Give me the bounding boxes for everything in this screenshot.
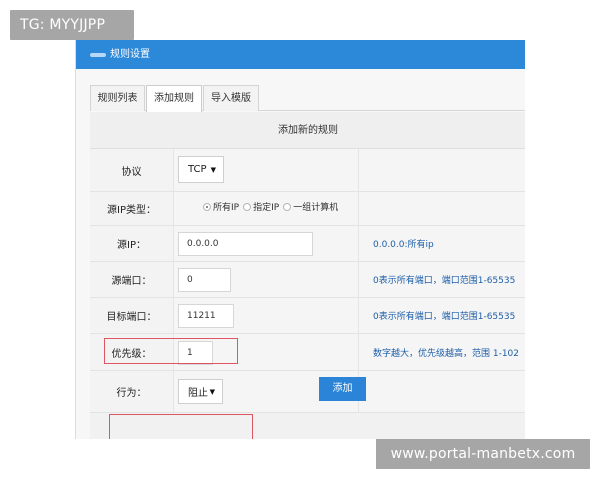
protocol-row: 协议 TCP ▼ <box>90 149 525 192</box>
radio-icon[interactable] <box>283 202 292 211</box>
tab-add-rule[interactable]: 添加规则 <box>146 85 202 112</box>
action-highlight <box>109 414 253 439</box>
action-hint-cell <box>359 371 525 412</box>
radio-specific-ip-label: 指定IP <box>253 203 280 213</box>
target-port-input[interactable]: 11211 <box>178 304 234 328</box>
source-ip-type-hint-cell <box>359 192 525 225</box>
radio-all-ip[interactable]: 所有IP <box>203 200 239 213</box>
protocol-hint-cell <box>359 149 525 191</box>
window-title: 规则设置 <box>110 49 150 60</box>
screenshot-stage: TG: MYYJJPP 规则设置 规则列表 添加规则 导入模版 添加新的规则 协… <box>0 0 600 480</box>
source-port-field-cell: 0 <box>174 262 359 297</box>
target-port-field-cell: 11211 <box>174 298 359 333</box>
footer-watermark-badge: www.portal-manbetx.com <box>376 439 590 469</box>
window-titlebar: 规则设置 <box>76 40 525 69</box>
source-port-hint: 0表示所有端口，端口范围1-65535 <box>359 262 525 297</box>
rule-settings-window: 规则设置 规则列表 添加规则 导入模版 添加新的规则 协议 TCP ▼ 源IP类… <box>75 40 525 439</box>
protocol-select[interactable]: TCP ▼ <box>178 156 224 183</box>
source-ip-input[interactable]: 0.0.0.0 <box>178 232 313 256</box>
protocol-field-cell: TCP ▼ <box>174 149 359 191</box>
radio-all-ip-label: 所有IP <box>213 203 240 213</box>
priority-field-cell: 1 <box>174 334 359 370</box>
action-row: 行为： 阻止 ▼ <box>90 371 525 413</box>
action-label: 行为： <box>90 371 174 412</box>
source-port-input[interactable]: 0 <box>178 268 231 292</box>
priority-input[interactable]: 1 <box>178 341 213 365</box>
source-ip-type-row: 源IP类型： 所有IP 指定IP 一组计算机 <box>90 192 525 226</box>
tab-rule-list[interactable]: 规则列表 <box>90 85 145 111</box>
source-ip-row: 源IP： 0.0.0.0 0.0.0.0:所有ip <box>90 226 525 262</box>
source-ip-type-label: 源IP类型： <box>90 192 174 225</box>
source-port-row: 源端口： 0 0表示所有端口，端口范围1-65535 <box>90 262 525 298</box>
priority-label: 优先级： <box>90 334 174 370</box>
source-ip-field-cell: 0.0.0.0 <box>174 226 359 261</box>
radio-icon[interactable] <box>203 202 211 211</box>
radio-computer-group-label: 一组计算机 <box>293 203 339 213</box>
protocol-label: 协议 <box>90 149 174 191</box>
source-ip-hint: 0.0.0.0:所有ip <box>359 226 525 261</box>
tab-import-template[interactable]: 导入模版 <box>203 85 259 111</box>
action-selected-value: 阻止 <box>188 388 208 399</box>
target-port-row: 目标端口： 11211 0表示所有端口，端口范围1-65535 <box>90 298 525 334</box>
add-rule-button[interactable]: 添加 <box>319 377 366 401</box>
target-port-hint: 0表示所有端口，端口范围1-65535 <box>359 298 525 333</box>
add-rule-panel: 添加新的规则 协议 TCP ▼ 源IP类型： 所有IP 指定IP 一组计算机 源… <box>90 112 525 439</box>
action-select[interactable]: 阻止 ▼ <box>178 379 223 404</box>
rule-tabs: 规则列表 添加规则 导入模版 <box>90 85 525 112</box>
source-port-label: 源端口： <box>90 262 174 297</box>
priority-hint: 数字越大，优先级越高，范围 1-102 <box>359 334 525 370</box>
form-title: 添加新的规则 <box>90 112 525 149</box>
radio-specific-ip[interactable]: 指定IP <box>243 200 279 213</box>
title-prefix-redaction <box>90 52 106 57</box>
protocol-selected-value: TCP <box>188 164 207 175</box>
radio-computer-group[interactable]: 一组计算机 <box>283 200 338 213</box>
radio-icon[interactable] <box>243 202 252 211</box>
target-port-label: 目标端口： <box>90 298 174 333</box>
chevron-down-icon: ▼ <box>209 387 215 396</box>
chevron-down-icon: ▼ <box>210 165 216 174</box>
source-ip-type-radio-group: 所有IP 指定IP 一组计算机 <box>203 200 338 213</box>
rule-form-grid: 协议 TCP ▼ 源IP类型： 所有IP 指定IP 一组计算机 源IP： 0.0… <box>90 149 525 413</box>
priority-row: 优先级： 1 数字越大，优先级越高，范围 1-102 <box>90 334 525 371</box>
top-watermark-badge: TG: MYYJJPP <box>10 10 134 40</box>
source-ip-label: 源IP： <box>90 226 174 261</box>
